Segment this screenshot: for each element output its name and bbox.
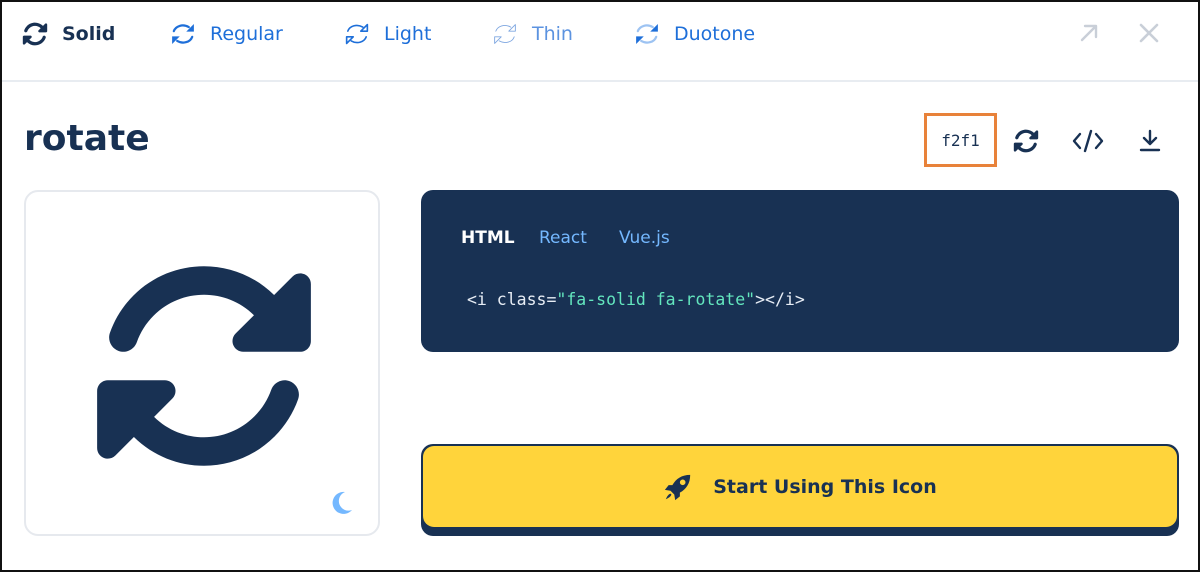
rotate-preview-icon bbox=[97, 266, 311, 466]
code-snippet-panel: HTML React Vue.js <i class="fa-solid fa-… bbox=[421, 190, 1179, 352]
tab-regular-label: Regular bbox=[210, 23, 283, 45]
rotate-duotone-icon bbox=[636, 24, 658, 44]
tab-light-label: Light bbox=[384, 23, 432, 45]
close-button[interactable] bbox=[1134, 18, 1164, 48]
code-tab-html[interactable]: HTML bbox=[461, 228, 515, 248]
rotate-solid-icon bbox=[22, 22, 48, 46]
code-prefix: <i class= bbox=[467, 290, 557, 309]
style-tabs-bar: Solid Regular Light Thin Duotone bbox=[2, 2, 1198, 82]
toggle-animation-button[interactable] bbox=[1006, 121, 1046, 161]
download-button[interactable] bbox=[1130, 121, 1170, 161]
unicode-value: f2f1 bbox=[941, 130, 980, 150]
tab-thin[interactable]: Thin bbox=[492, 17, 573, 51]
arrow-up-right-icon bbox=[1080, 24, 1098, 42]
code-snippet[interactable]: <i class="fa-solid fa-rotate"></i> bbox=[467, 290, 805, 309]
rotate-light-icon bbox=[345, 23, 369, 45]
tab-solid-label: Solid bbox=[62, 23, 116, 45]
rotate-regular-icon bbox=[172, 24, 194, 44]
start-using-button-face: Start Using This Icon bbox=[423, 446, 1177, 527]
unicode-copy-button[interactable]: f2f1 bbox=[924, 113, 997, 167]
code-tab-react[interactable]: React bbox=[539, 228, 587, 248]
tab-duotone-label: Duotone bbox=[674, 23, 756, 45]
code-icon bbox=[1072, 129, 1104, 153]
rotate-thin-icon bbox=[494, 24, 516, 44]
rocket-icon bbox=[665, 474, 691, 500]
download-icon bbox=[1139, 129, 1161, 152]
code-suffix: ></i> bbox=[755, 290, 805, 309]
icon-preview-card bbox=[24, 190, 380, 536]
rotate-icon bbox=[1013, 129, 1039, 153]
tab-solid[interactable]: Solid bbox=[22, 17, 115, 51]
tab-light[interactable]: Light bbox=[344, 17, 431, 51]
copy-code-button[interactable] bbox=[1068, 121, 1108, 161]
icon-name-title: rotate bbox=[24, 118, 150, 159]
icon-detail-window: Solid Regular Light Thin Duotone rotate … bbox=[0, 0, 1200, 572]
tab-thin-label: Thin bbox=[532, 23, 573, 45]
start-using-label: Start Using This Icon bbox=[713, 475, 937, 498]
code-tab-vue[interactable]: Vue.js bbox=[619, 228, 670, 248]
tab-regular[interactable]: Regular bbox=[170, 17, 283, 51]
moon-icon[interactable] bbox=[326, 488, 356, 518]
close-icon bbox=[1139, 23, 1159, 43]
code-class-value: "fa-solid fa-rotate" bbox=[556, 290, 756, 309]
start-using-button[interactable]: Start Using This Icon bbox=[421, 444, 1179, 536]
tab-duotone[interactable]: Duotone bbox=[634, 17, 755, 51]
open-in-new-button[interactable] bbox=[1074, 18, 1104, 48]
